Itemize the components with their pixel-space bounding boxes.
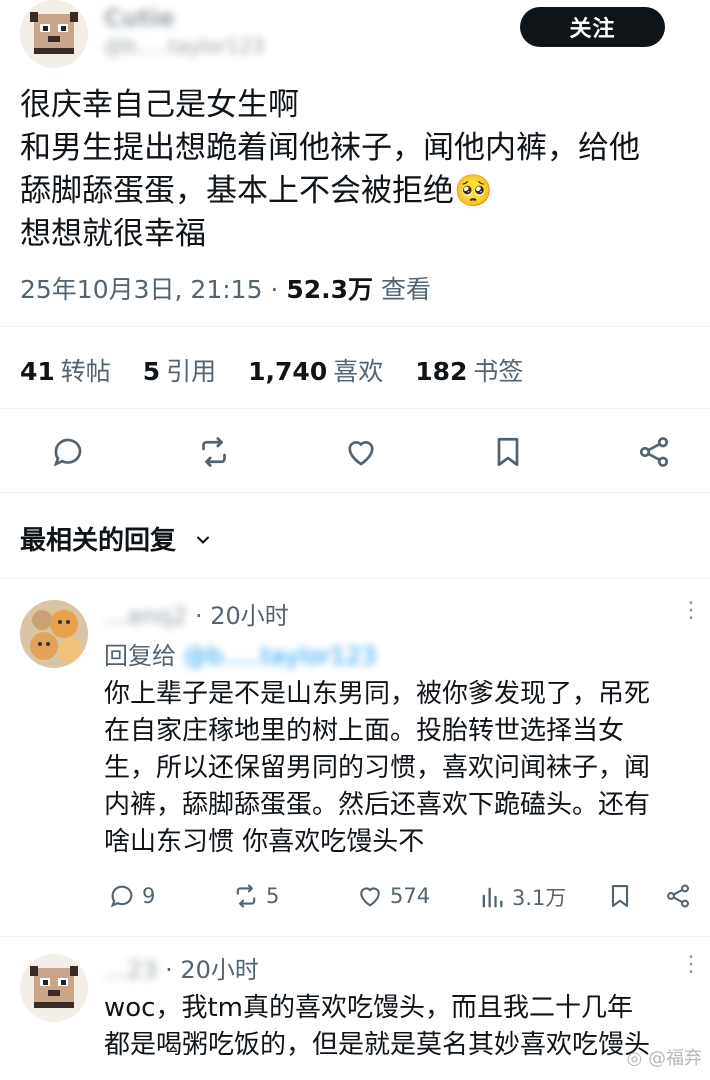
share-icon [664,882,692,910]
stat-likes[interactable]: 1,740 喜欢 [248,357,383,386]
reply-line: 在自家庄稼地里的树上面。投胎转世选择当女 [104,716,625,746]
reply1-bookmark-button[interactable] [606,882,634,910]
divider [0,492,710,493]
meta-dot: · [270,275,287,304]
reply2-more-icon[interactable]: ⋮ [680,952,703,977]
post-avatar[interactable] [20,0,88,68]
chevron-down-icon [193,527,213,557]
comment-icon[interactable] [50,434,86,470]
view-label[interactable]: 查看 [381,275,431,304]
reply1-header: ...anq2 · 20小时 [104,596,289,631]
reply-to-label: 回复给 [104,642,176,670]
reply2-avatar[interactable] [20,954,88,1022]
divider [0,326,710,327]
reply1-comment-button[interactable]: 9 [108,882,155,910]
reply1-avatar[interactable] [20,600,88,668]
like-count: 574 [390,884,431,908]
stat-bookmarks[interactable]: 182 书签 [415,357,523,386]
view-count: 52.3万 [286,275,374,304]
reply-to-handle[interactable]: @b.....taylor123 [184,642,377,670]
pixel-avatar-icon [20,0,88,68]
reply-line: 啥山东习惯 你喜欢吃馒头不 [104,827,425,857]
reply-line: 生，所以还保留男同的习惯，喜欢问闻袜子，闻 [104,753,651,783]
post-line: 舔脚舔蛋蛋，基本上不会被拒绝🥺 [20,173,493,209]
post-line: 想想就很幸福 [20,216,206,252]
reply1-repost-button[interactable]: 5 [232,882,279,910]
reply1-name[interactable]: ...anq2 [104,602,187,630]
repost-count: 5 [266,884,280,908]
bookmark-icon[interactable] [490,434,526,470]
reply1-time: · 20小时 [194,602,289,630]
reply-line: 你上辈子是不是山东男同，被你爹发现了，吊死 [104,679,651,709]
reply1-more-icon[interactable]: ⋮ [680,598,703,623]
pets-photo-avatar-icon [20,600,88,668]
heart-icon[interactable] [343,434,379,470]
comment-count: 9 [142,884,156,908]
divider [0,408,710,409]
follow-button[interactable]: 关注 [520,7,665,47]
reply1-views-button[interactable]: 3.1万 [478,882,566,912]
share-icon[interactable] [636,434,672,470]
author-name[interactable]: Cutie [104,4,175,32]
post-meta: 25年10月3日, 21:15 · 52.3万 查看 [20,270,431,306]
divider [0,936,710,937]
reply2-text: woc，我tm真的喜欢吃馒头，而且我二十几年 都是喝粥吃饭的，但是就是莫名其妙喜… [104,990,650,1064]
watermark: ◎ @福弃 [626,1048,702,1069]
divider [0,578,710,579]
replies-header-label: 最相关的回复 [20,526,177,556]
reply2-name[interactable]: ...23 [104,956,157,984]
post-line: 很庆幸自己是女生啊 [20,87,299,123]
post-text: 很庆幸自己是女生啊 和男生提出想跪着闻他袜子，闻他内裤，给他 舔脚舔蛋蛋，基本上… [20,84,700,256]
reply1-share-button[interactable] [664,882,692,910]
repost-icon[interactable] [196,434,232,470]
stat-quotes[interactable]: 5 引用 [143,357,216,386]
repost-icon [232,882,260,910]
reply-line: 都是喝粥吃饭的，但是就是莫名其妙喜欢吃馒头 [104,1030,651,1060]
pixel-avatar-icon [20,954,88,1022]
post-date: 25年10月3日, 21:15 [20,275,263,304]
reply-line: 内裤，舔脚舔蛋蛋。然后还喜欢下跪磕头。还有 [104,790,651,820]
post-line: 和男生提出想跪着闻他袜子，闻他内裤，给他 [20,130,640,166]
view-count: 3.1万 [512,886,567,910]
comment-icon [108,882,136,910]
heart-icon [356,882,384,910]
bar-chart-icon [478,883,506,911]
stat-reposts[interactable]: 41 转帖 [20,357,111,386]
reply1-reply-to: 回复给 @b.....taylor123 [104,636,376,671]
reply1-like-button[interactable]: 574 [356,882,430,910]
post-stats: 41 转帖 5 引用 1,740 喜欢 182 书签 [20,352,547,388]
reply1-text: 你上辈子是不是山东男同，被你爹发现了，吊死 在自家庄稼地里的树上面。投胎转世选择… [104,676,650,861]
reply2-header: ...23 · 20小时 [104,950,259,985]
author-handle[interactable]: @b.....taylor123 [104,34,265,58]
reply2-time: · 20小时 [165,956,259,984]
replies-sort-dropdown[interactable]: 最相关的回复 [20,520,213,557]
reply-line: woc，我tm真的喜欢吃馒头，而且我二十几年 [104,993,633,1023]
bookmark-icon [606,882,634,910]
